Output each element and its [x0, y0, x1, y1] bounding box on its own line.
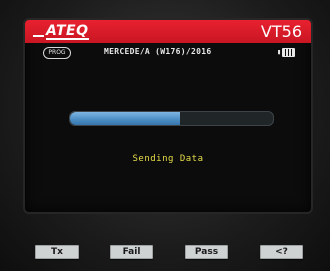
softkey-fail[interactable]: Fail	[110, 245, 153, 259]
device-model: VT56	[260, 22, 302, 41]
battery-body-icon	[282, 47, 296, 57]
logo-mark-icon	[33, 34, 44, 37]
softkey-tx[interactable]: Tx	[35, 245, 79, 259]
vehicle-info-row: PROG MERCEDE/A (W176)/2016 ▮	[25, 44, 311, 60]
logo-text: ATEQ	[46, 22, 89, 40]
mode-badge: PROG	[43, 47, 71, 59]
battery-icon: ▮	[277, 47, 298, 57]
vehicle-label: MERCEDE/A (W176)/2016	[104, 47, 212, 56]
softkey-pass[interactable]: Pass	[185, 245, 228, 259]
status-message: Sending Data	[132, 154, 204, 164]
progress-bar	[69, 111, 274, 126]
progress-fill	[70, 112, 180, 125]
header-bar: ATEQ VT56	[25, 20, 311, 43]
device-screen: ATEQ VT56 PROG MERCEDE/A (W176)/2016 ▮ S…	[25, 20, 311, 212]
ateq-logo: ATEQ	[33, 23, 89, 40]
signal-bars-icon: ▮	[277, 48, 282, 56]
softkey-back[interactable]: <?	[260, 245, 303, 259]
